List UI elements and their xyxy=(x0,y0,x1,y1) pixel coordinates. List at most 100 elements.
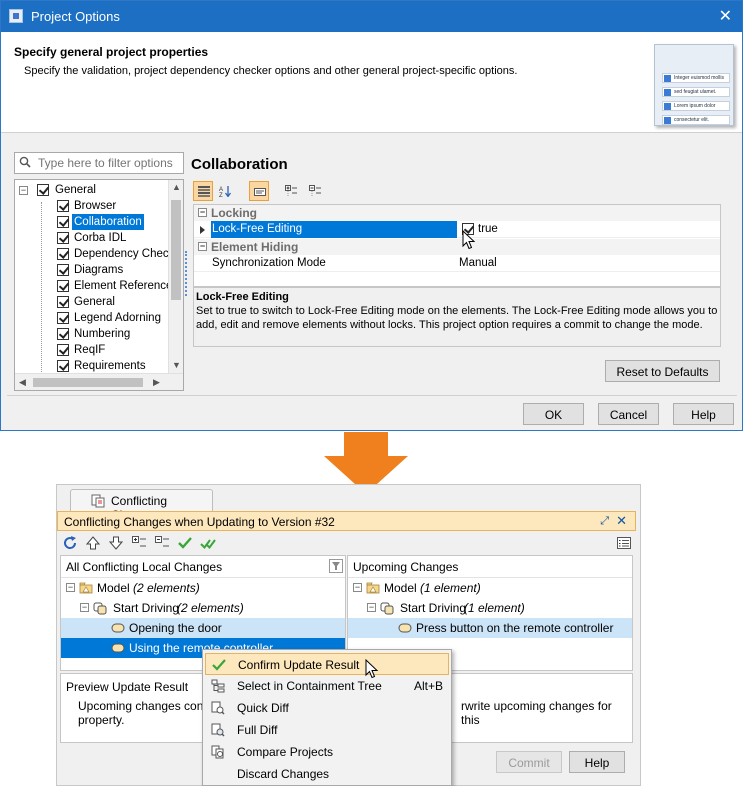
collapse-all-icon[interactable] xyxy=(154,535,170,551)
activity-icon xyxy=(380,602,394,615)
menu-item-confirm-update-result[interactable]: Confirm Update Result xyxy=(205,653,449,675)
conflicts-title: Conflicting Changes when Updating to Ver… xyxy=(64,515,335,529)
close-icon[interactable]: ✕ xyxy=(719,6,732,26)
illustration-row: Integer euismod mollis xyxy=(662,73,730,83)
tree-item-label: Requirements xyxy=(74,360,146,372)
filter-icon[interactable] xyxy=(329,559,343,573)
collapse-icon[interactable]: − xyxy=(367,603,376,612)
conflicts-title-bar: Conflicting Changes when Updating to Ver… xyxy=(57,511,636,531)
action-icon xyxy=(398,623,412,633)
menu-item-label: Compare Projects xyxy=(237,745,334,759)
checkbox-checked[interactable] xyxy=(57,216,69,228)
checkbox-checked[interactable] xyxy=(57,328,69,340)
menu-item-label: Confirm Update Result xyxy=(238,658,360,672)
scroll-down-icon[interactable]: ▼ xyxy=(172,360,181,370)
collapse-all-button[interactable] xyxy=(305,181,325,201)
list-view-icon[interactable] xyxy=(616,535,632,551)
scroll-right-icon[interactable]: ▶ xyxy=(153,377,160,388)
title-bar: Project Options ✕ xyxy=(1,1,742,32)
property-value[interactable]: Manual xyxy=(459,255,497,272)
tree-item-label: General xyxy=(74,296,115,308)
checkmark-icon xyxy=(212,659,226,671)
accept-icon[interactable] xyxy=(177,535,193,551)
menu-item-full-diff[interactable]: Full Diff xyxy=(205,719,449,741)
maximize-icon[interactable]: ⤢ xyxy=(600,515,609,528)
sort-alphabetical-button[interactable]: AZ xyxy=(215,181,235,201)
checkbox-checked[interactable] xyxy=(57,264,69,276)
help-button[interactable]: Help xyxy=(673,403,734,425)
arrow-down-icon[interactable] xyxy=(108,535,124,551)
reset-to-defaults-button[interactable]: Reset to Defaults xyxy=(605,360,720,382)
tree-item-label: Corba IDL xyxy=(74,232,127,244)
checkbox-checked[interactable] xyxy=(57,344,69,356)
property-name: Synchronization Mode xyxy=(212,257,326,269)
scrollbar-thumb[interactable] xyxy=(171,200,181,300)
checkbox-checked[interactable] xyxy=(57,248,69,260)
menu-item-discard-changes[interactable]: Discard Changes xyxy=(205,763,449,785)
checkbox-checked[interactable] xyxy=(57,296,69,308)
refresh-icon[interactable] xyxy=(62,535,78,551)
checkbox-checked[interactable] xyxy=(57,200,69,212)
collapse-icon[interactable]: − xyxy=(198,208,207,217)
property-row-synchronization-mode[interactable]: Synchronization Mode Manual xyxy=(194,255,720,272)
category-element-hiding[interactable]: − Element Hiding xyxy=(194,239,720,255)
categorized-view-button[interactable] xyxy=(193,181,213,201)
search-icon xyxy=(19,156,31,168)
accept-all-icon[interactable] xyxy=(200,535,216,551)
scrollbar-thumb[interactable] xyxy=(33,378,143,387)
scroll-up-icon[interactable]: ▲ xyxy=(172,182,181,192)
property-row-lock-free-editing[interactable]: Lock-Free Editing true xyxy=(194,221,720,238)
arrow-up-icon[interactable] xyxy=(85,535,101,551)
close-icon[interactable]: ✕ xyxy=(616,513,627,529)
tree-item-opening-the-door[interactable]: Opening the door xyxy=(61,618,345,638)
tree-item-start-driving[interactable]: − Start Driving (1 element) xyxy=(348,598,632,618)
menu-item-select-in-containment-tree[interactable]: Select in Containment Tree Alt+B xyxy=(205,675,449,697)
upcoming-changes-header: Upcoming Changes xyxy=(348,556,632,578)
tree-item-model[interactable]: − Model (2 elements) xyxy=(61,578,345,598)
categorized-icon xyxy=(198,186,210,197)
menu-item-compare-projects[interactable]: Compare Projects xyxy=(205,741,449,763)
category-locking[interactable]: − Locking xyxy=(194,205,720,221)
tree-horizontal-scrollbar[interactable]: ◀ ▶ xyxy=(15,373,183,390)
tree-item-label: Numbering xyxy=(74,328,131,340)
options-illustration-icon: Integer euismod mollis sed feugiat ulame… xyxy=(644,40,738,128)
checkbox-checked[interactable] xyxy=(57,232,69,244)
filter-input[interactable] xyxy=(36,155,181,171)
tree-item-model[interactable]: − Model (1 element) xyxy=(348,578,632,598)
filter-field[interactable] xyxy=(14,152,184,174)
expand-all-button[interactable] xyxy=(281,181,301,201)
tree-item-start-driving[interactable]: − Start Driving (2 elements) xyxy=(61,598,345,618)
ok-button[interactable]: OK xyxy=(523,403,584,425)
collapse-icon[interactable]: − xyxy=(66,583,75,592)
category-label: Locking xyxy=(211,206,258,220)
expand-all-icon[interactable] xyxy=(131,535,147,551)
checkbox-checked[interactable] xyxy=(57,360,69,372)
tab-conflicting-changes[interactable]: Conflicting Changes xyxy=(70,489,213,522)
checkbox-checked[interactable] xyxy=(37,184,49,196)
context-menu: Confirm Update Result Select in Containm… xyxy=(202,649,452,786)
checkbox-checked[interactable] xyxy=(57,280,69,292)
tree-item-label: Opening the door xyxy=(129,621,222,635)
collapse-icon[interactable]: − xyxy=(19,186,28,195)
collapse-all-icon xyxy=(309,185,321,196)
pane-header-label: Upcoming Changes xyxy=(353,560,459,574)
tree-item-label: Element References xyxy=(74,280,179,292)
help-button[interactable]: Help xyxy=(569,751,625,773)
menu-item-label: Select in Containment Tree xyxy=(237,679,382,693)
tree-vertical-scrollbar[interactable]: ▲ ▼ xyxy=(168,180,183,374)
collapse-icon[interactable]: − xyxy=(353,583,362,592)
tree-item-press-button[interactable]: Press button on the remote controller xyxy=(348,618,632,638)
category-label: Element Hiding xyxy=(211,240,299,254)
checkbox-checked[interactable] xyxy=(57,312,69,324)
scroll-left-icon[interactable]: ◀ xyxy=(19,377,26,388)
illustration-sheet xyxy=(654,44,734,126)
tree-guide-line xyxy=(41,202,42,390)
collapse-icon[interactable]: − xyxy=(80,603,89,612)
quick-diff-icon xyxy=(211,701,225,715)
commit-button[interactable]: Commit xyxy=(496,751,562,773)
cancel-button[interactable]: Cancel xyxy=(598,403,659,425)
menu-item-quick-diff[interactable]: Quick Diff xyxy=(205,697,449,719)
description-toggle-button[interactable] xyxy=(249,181,269,201)
collapse-icon[interactable]: − xyxy=(198,242,207,251)
splitter-handle[interactable] xyxy=(185,251,188,296)
